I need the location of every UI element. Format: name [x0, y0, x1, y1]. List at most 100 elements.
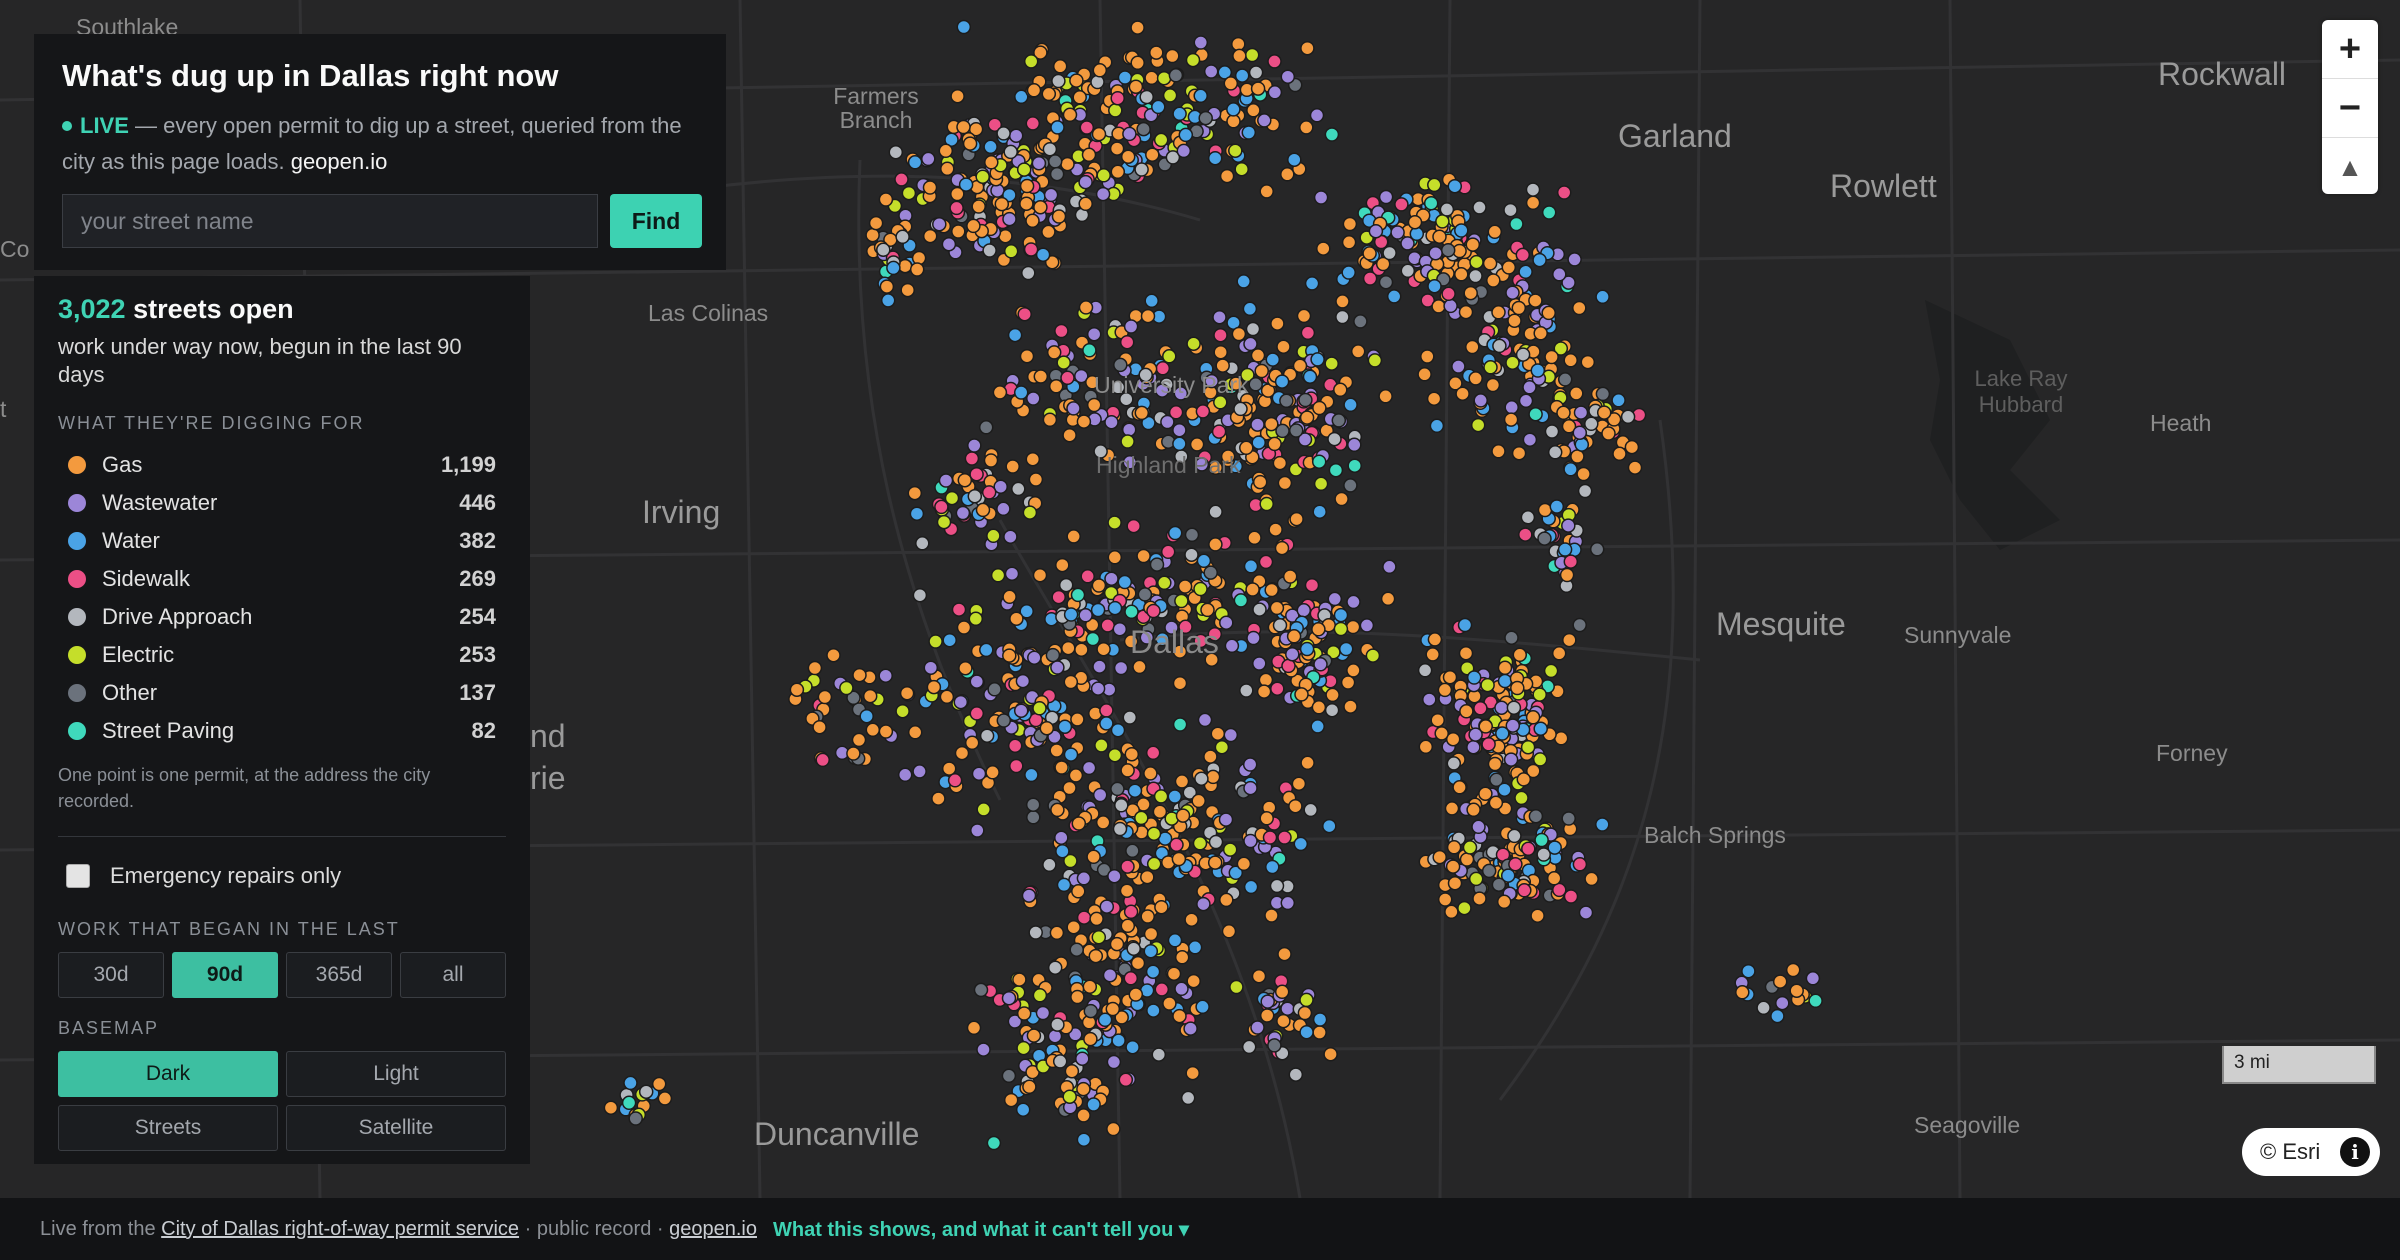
- permit-point[interactable]: [1095, 815, 1111, 830]
- permit-point[interactable]: [1200, 602, 1215, 618]
- permit-point[interactable]: [1313, 190, 1329, 205]
- permit-point[interactable]: [1503, 752, 1519, 767]
- permit-point[interactable]: [1016, 1006, 1032, 1021]
- permit-point[interactable]: [1522, 432, 1538, 447]
- permit-point[interactable]: [1128, 987, 1144, 1002]
- permit-point[interactable]: [1525, 182, 1541, 197]
- permit-point[interactable]: [1063, 747, 1079, 762]
- permit-point[interactable]: [981, 485, 997, 500]
- permit-point[interactable]: [1264, 908, 1279, 923]
- permit-point[interactable]: [979, 642, 994, 658]
- permit-point[interactable]: [1304, 577, 1320, 593]
- permit-point[interactable]: [1444, 904, 1459, 920]
- permit-point[interactable]: [1546, 871, 1562, 886]
- permit-point[interactable]: [1243, 780, 1258, 796]
- permit-point[interactable]: [957, 472, 973, 488]
- find-button[interactable]: Find: [610, 194, 702, 248]
- permit-point[interactable]: [1577, 483, 1593, 499]
- permit-point[interactable]: [1544, 424, 1560, 439]
- permit-point[interactable]: [888, 144, 904, 160]
- permit-point[interactable]: [1267, 1038, 1282, 1053]
- permit-point[interactable]: [1016, 1040, 1031, 1056]
- permit-point[interactable]: [907, 725, 923, 740]
- permit-point[interactable]: [1043, 187, 1059, 203]
- permit-point[interactable]: [912, 764, 927, 779]
- permit-point[interactable]: [1055, 557, 1070, 573]
- permit-point[interactable]: [1515, 247, 1531, 263]
- permit-point[interactable]: [1362, 271, 1378, 286]
- permit-point[interactable]: [1041, 86, 1057, 102]
- permit-point[interactable]: [1183, 1021, 1198, 1036]
- permit-point[interactable]: [1152, 804, 1168, 819]
- permit-point[interactable]: [1270, 316, 1285, 331]
- permit-point[interactable]: [1024, 767, 1039, 783]
- permit-point[interactable]: [1294, 687, 1309, 702]
- permit-point[interactable]: [1041, 224, 1056, 240]
- permit-point[interactable]: [1444, 801, 1460, 816]
- permit-point[interactable]: [868, 215, 884, 231]
- permit-point[interactable]: [1122, 710, 1138, 725]
- permit-point[interactable]: [1468, 268, 1483, 284]
- permit-point[interactable]: [1234, 161, 1249, 177]
- permit-point[interactable]: [1184, 527, 1200, 543]
- permit-point[interactable]: [990, 568, 1006, 583]
- permit-point[interactable]: [1496, 894, 1512, 910]
- permit-point[interactable]: [1083, 1031, 1098, 1047]
- permit-point[interactable]: [1528, 808, 1544, 824]
- permit-point[interactable]: [1193, 581, 1208, 597]
- permit-point[interactable]: [862, 688, 878, 704]
- permit-point[interactable]: [859, 708, 874, 724]
- permit-point[interactable]: [1186, 336, 1201, 351]
- permit-point[interactable]: [878, 724, 894, 739]
- permit-point[interactable]: [1482, 256, 1498, 271]
- permit-point[interactable]: [968, 611, 984, 627]
- permit-point[interactable]: [1102, 967, 1118, 983]
- permit-point[interactable]: [1032, 701, 1047, 716]
- permit-point[interactable]: [1511, 300, 1527, 316]
- permit-point[interactable]: [1567, 252, 1582, 267]
- permit-point[interactable]: [1121, 422, 1137, 437]
- permit-point[interactable]: [1302, 369, 1318, 385]
- permit-point[interactable]: [1262, 830, 1278, 845]
- permit-point[interactable]: [1051, 209, 1067, 224]
- permit-point[interactable]: [1327, 591, 1343, 607]
- basemap-button-light[interactable]: Light: [286, 1051, 506, 1097]
- permit-point[interactable]: [1106, 1054, 1122, 1070]
- permit-point[interactable]: [876, 242, 891, 258]
- permit-point[interactable]: [1541, 205, 1557, 220]
- permit-point[interactable]: [1002, 589, 1017, 605]
- permit-point[interactable]: [1066, 401, 1081, 416]
- permit-point[interactable]: [1343, 397, 1358, 413]
- permit-point[interactable]: [1050, 1017, 1065, 1032]
- permit-point[interactable]: [1187, 940, 1203, 955]
- permit-point[interactable]: [1079, 120, 1095, 135]
- permit-point[interactable]: [1176, 143, 1192, 159]
- permit-point[interactable]: [900, 282, 915, 298]
- permit-point[interactable]: [1312, 1012, 1328, 1027]
- permit-point[interactable]: [1789, 983, 1804, 998]
- permit-point[interactable]: [1045, 647, 1061, 663]
- permit-point[interactable]: [1518, 264, 1533, 280]
- permit-point[interactable]: [1019, 348, 1035, 364]
- permit-point[interactable]: [1530, 908, 1545, 923]
- permit-point[interactable]: [1328, 462, 1344, 478]
- permit-point[interactable]: [1282, 569, 1298, 584]
- permit-point[interactable]: [1107, 868, 1122, 884]
- permit-point[interactable]: [1107, 515, 1122, 530]
- permit-point[interactable]: [1322, 818, 1337, 834]
- permit-point[interactable]: [1243, 336, 1258, 352]
- permit-point[interactable]: [1562, 632, 1577, 648]
- permit-point[interactable]: [878, 668, 893, 683]
- permit-point[interactable]: [987, 682, 1002, 697]
- permit-point[interactable]: [807, 660, 823, 676]
- permit-point[interactable]: [1457, 900, 1472, 916]
- permit-point[interactable]: [1362, 246, 1377, 261]
- permit-point[interactable]: [1252, 656, 1267, 671]
- permit-point[interactable]: [1427, 278, 1442, 294]
- permit-point[interactable]: [956, 19, 972, 35]
- permit-point[interactable]: [1572, 300, 1587, 316]
- permit-point[interactable]: [1367, 353, 1383, 368]
- permit-point[interactable]: [1107, 550, 1123, 565]
- permit-point[interactable]: [1112, 621, 1128, 637]
- permit-point[interactable]: [1078, 608, 1093, 623]
